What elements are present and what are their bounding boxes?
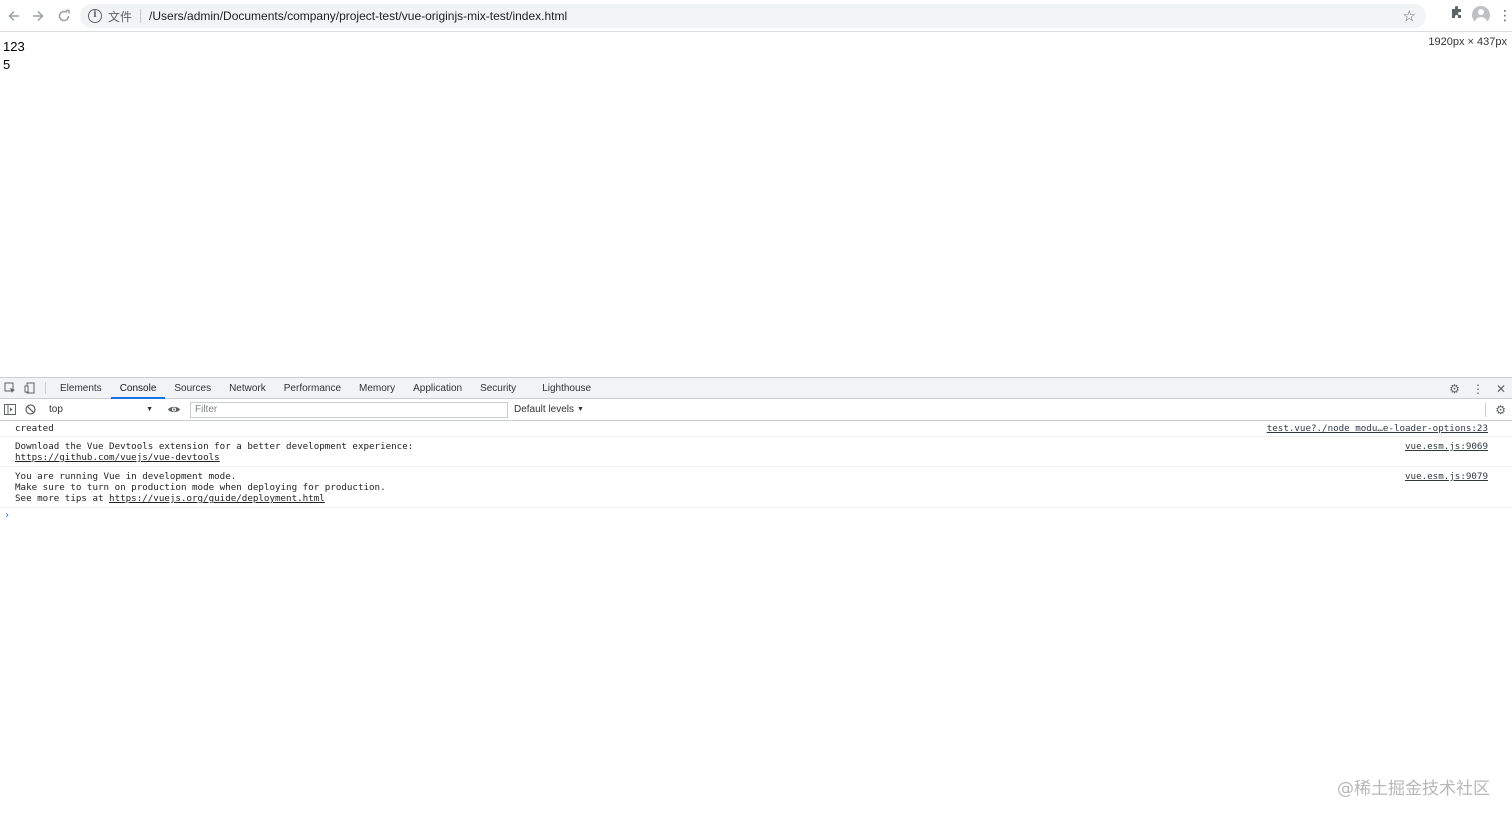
page-text-line-1: 123: [3, 39, 25, 54]
toolbar-actions: ⋮: [1450, 5, 1512, 24]
message-text: Make sure to turn on production mode whe…: [15, 482, 386, 493]
tab-application[interactable]: Application: [404, 378, 471, 398]
console-message: You are running Vue in development mode.…: [0, 467, 1512, 508]
tab-security[interactable]: Security: [471, 378, 525, 398]
devtools-settings-gear-icon[interactable]: ⚙: [1449, 382, 1460, 396]
devtools-window-controls: ⚙ ⋮ ✕: [1449, 378, 1506, 399]
prompt-chevron-icon: ›: [4, 510, 11, 521]
console-message: created test.vue?./node_modu…e-loader-opt…: [0, 421, 1512, 437]
devtools-tabbar: Elements Console Sources Network Perform…: [0, 378, 1512, 399]
console-toolbar-divider: [1485, 403, 1486, 417]
context-selector-value: top: [49, 404, 63, 415]
message-source-link[interactable]: vue.esm.js:9079: [1405, 471, 1488, 482]
browser-toolbar: i 文件 /Users/admin/Documents/company/proj…: [0, 0, 1512, 32]
console-message: Download the Vue Devtools extension for …: [0, 437, 1512, 467]
tabbar-divider: [45, 382, 46, 394]
tab-console[interactable]: Console: [110, 378, 166, 399]
profile-avatar-icon[interactable]: [1472, 5, 1490, 24]
console-settings-gear-icon[interactable]: ⚙: [1495, 403, 1506, 417]
address-bar[interactable]: i 文件 /Users/admin/Documents/company/proj…: [80, 4, 1426, 28]
tab-memory[interactable]: Memory: [350, 378, 404, 398]
message-text: created: [15, 423, 54, 434]
message-text: You are running Vue in development mode.: [15, 471, 237, 482]
chevron-down-icon: ▼: [577, 406, 584, 413]
console-sidebar-toggle-icon[interactable]: [0, 404, 20, 415]
message-url-link[interactable]: https://github.com/vuejs/vue-devtools: [15, 452, 220, 463]
console-prompt[interactable]: ›: [0, 508, 1512, 521]
console-toolbar: top ▼ Default levels ▼ ⚙: [0, 399, 1512, 421]
log-levels-label: Default levels: [514, 404, 575, 415]
forward-icon[interactable]: [26, 4, 50, 28]
scheme-label: 文件: [108, 9, 133, 24]
device-toolbar-icon[interactable]: [20, 378, 40, 398]
dropdown-arrow-icon: ▼: [146, 406, 153, 413]
bookmark-star-icon[interactable]: ☆: [1403, 7, 1416, 25]
log-levels-dropdown[interactable]: Default levels ▼: [514, 404, 584, 415]
tab-network[interactable]: Network: [220, 378, 275, 398]
tab-sources[interactable]: Sources: [165, 378, 220, 398]
watermark: @稀土掘金技术社区: [1337, 779, 1490, 799]
clear-console-icon[interactable]: [20, 404, 40, 415]
devtools-close-icon[interactable]: ✕: [1496, 382, 1506, 396]
devtools-menu-icon[interactable]: ⋮: [1472, 382, 1484, 396]
browser-menu-icon[interactable]: ⋮: [1498, 8, 1512, 22]
message-source-link[interactable]: vue.esm.js:9069: [1405, 441, 1488, 452]
reload-icon[interactable]: [52, 4, 76, 28]
extensions-puzzle-icon[interactable]: [1450, 5, 1464, 24]
back-icon[interactable]: [2, 4, 26, 28]
omnibox-divider: [140, 9, 142, 23]
viewport-dimensions-overlay: 1920px × 437px: [1428, 36, 1507, 48]
url-text: /Users/admin/Documents/company/project-t…: [149, 9, 568, 23]
inspect-element-icon[interactable]: [0, 378, 20, 398]
info-icon[interactable]: i: [88, 9, 102, 23]
message-text: Download the Vue Devtools extension for …: [15, 441, 414, 452]
tab-lighthouse[interactable]: Lighthouse: [533, 378, 600, 398]
console-filter-input[interactable]: [190, 401, 508, 418]
tab-performance[interactable]: Performance: [275, 378, 350, 398]
live-expression-eye-icon[interactable]: [164, 405, 184, 414]
tab-elements[interactable]: Elements: [51, 378, 111, 398]
context-selector[interactable]: top ▼: [46, 402, 156, 418]
page-text-line-2: 5: [3, 57, 11, 72]
message-text: See more tips at: [15, 493, 110, 504]
message-url-link[interactable]: https://vuejs.org/guide/deployment.html: [109, 493, 325, 504]
console-messages: created test.vue?./node_modu…e-loader-opt…: [0, 421, 1512, 521]
devtools-panel: Elements Console Sources Network Perform…: [0, 377, 1512, 822]
message-source-link[interactable]: test.vue?./node_modu…e-loader-options:23: [1267, 423, 1488, 434]
